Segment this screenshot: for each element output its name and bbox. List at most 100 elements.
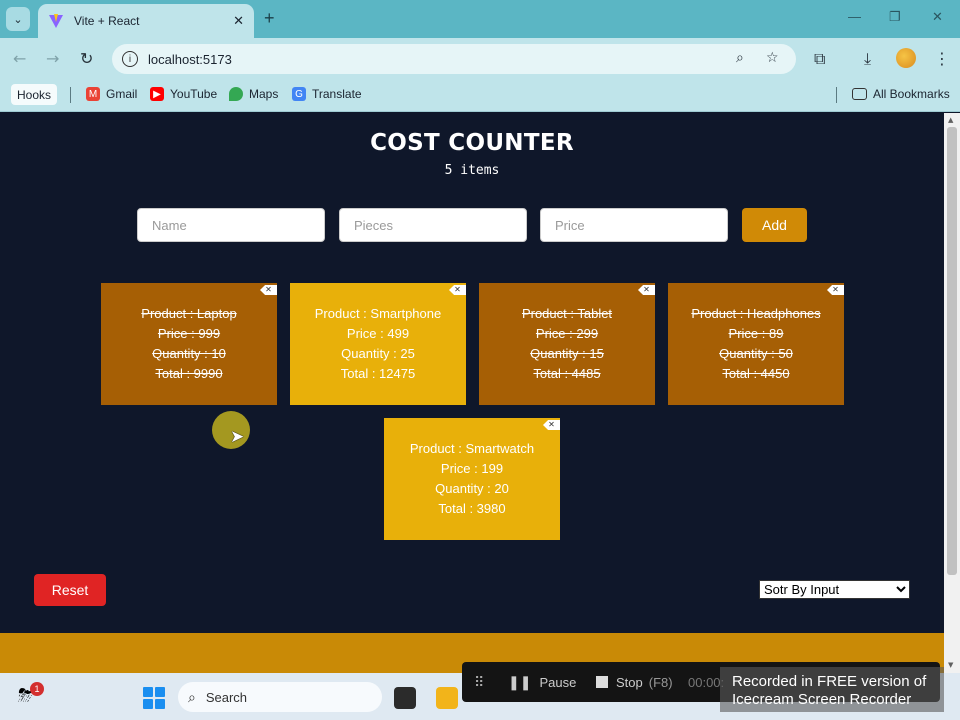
card-quantity: Quantity : 10	[152, 346, 226, 361]
tab-close-icon[interactable]: ✕	[233, 14, 244, 29]
delete-icon[interactable]: ✕	[260, 285, 277, 295]
more-menu-icon[interactable]: ⋮	[934, 49, 950, 68]
card-price: Price : 199	[440, 461, 504, 476]
tab-title: Vite + React	[74, 14, 140, 28]
drag-handle-icon[interactable]: ⠿	[474, 674, 484, 691]
item-card[interactable]: ✕ Product : Headphones Price : 89 Quanti…	[668, 283, 844, 405]
address-bar[interactable]: i localhost:5173 ⌕ ☆	[112, 44, 796, 74]
start-button[interactable]	[143, 687, 165, 709]
forward-icon[interactable]: →	[46, 49, 59, 68]
bookmark-youtube[interactable]: ▶ YouTube	[150, 87, 217, 101]
minimize-icon[interactable]: —	[848, 9, 861, 24]
profile-avatar[interactable]	[896, 48, 916, 68]
all-bookmarks-label: All Bookmarks	[873, 87, 950, 101]
extensions-icon[interactable]: ⧉	[814, 49, 825, 69]
card-quantity: Quantity : 15	[530, 346, 604, 361]
bookmark-separator	[836, 87, 837, 103]
scroll-thumb[interactable]	[947, 127, 957, 575]
item-card[interactable]: ✕ Product : Smartwatch Price : 199 Quant…	[384, 418, 560, 540]
bookmarks-bar: Hooks M Gmail ▶ YouTube Maps G Translate…	[0, 80, 960, 112]
card-total: Total : 3980	[438, 501, 506, 516]
tab-search-menu-button[interactable]: ⌄	[6, 7, 30, 31]
start-tile	[155, 699, 165, 709]
translate-icon: G	[292, 87, 306, 101]
name-input[interactable]	[137, 208, 325, 242]
start-tile	[143, 687, 153, 697]
page-scrollbar[interactable]: ▲ ▼	[944, 113, 960, 673]
delete-icon[interactable]: ✕	[543, 420, 560, 430]
bookmark-maps[interactable]: Maps	[229, 87, 278, 101]
bookmark-gmail[interactable]: M Gmail	[86, 87, 137, 101]
item-card[interactable]: ✕ Product : Smartphone Price : 499 Quant…	[290, 283, 466, 405]
card-quantity: Quantity : 20	[435, 481, 509, 496]
price-input[interactable]	[540, 208, 728, 242]
start-tile	[155, 687, 165, 697]
item-card[interactable]: ✕ Product : Tablet Price : 299 Quantity …	[479, 283, 655, 405]
recorder-watermark: Recorded in FREE version of Icecream Scr…	[720, 667, 944, 712]
folder-icon	[852, 88, 867, 100]
pause-icon: ❚❚	[508, 673, 532, 690]
card-product: Product : Smartphone	[314, 306, 442, 321]
pause-button[interactable]: ❚❚ Pause	[508, 674, 576, 691]
bookmark-label: YouTube	[170, 87, 218, 101]
bookmark-star-icon[interactable]: ☆	[766, 50, 779, 66]
pause-label: Pause	[539, 674, 577, 690]
card-product: Product : Tablet	[521, 306, 613, 321]
delete-icon[interactable]: ✕	[827, 285, 844, 295]
stop-shortcut: (F8)	[648, 674, 673, 690]
browser-tab-active[interactable]: Vite + React ✕	[38, 4, 254, 38]
youtube-icon: ▶	[150, 87, 164, 101]
pieces-input[interactable]	[339, 208, 527, 242]
search-label: Search	[205, 689, 248, 705]
start-tile	[143, 699, 153, 709]
notification-badge: 1	[30, 682, 44, 696]
site-info-icon[interactable]: i	[122, 51, 138, 67]
maps-icon	[229, 87, 243, 101]
taskbar-search[interactable]: ⌕ Search	[178, 682, 382, 712]
gmail-icon: M	[86, 87, 100, 101]
card-total: Total : 12475	[340, 366, 416, 381]
stop-button[interactable]: Stop (F8)	[596, 675, 673, 690]
card-price: Price : 299	[535, 326, 599, 341]
delete-icon[interactable]: ✕	[638, 285, 655, 295]
scroll-down-icon[interactable]: ▼	[948, 661, 953, 669]
bookmark-label: Maps	[249, 87, 279, 101]
bookmark-translate[interactable]: G Translate	[292, 87, 362, 101]
stop-icon	[596, 676, 608, 688]
url-text[interactable]: localhost:5173	[148, 52, 232, 67]
bookmark-hooks[interactable]: Hooks	[11, 84, 58, 105]
bookmark-label: Gmail	[106, 87, 138, 101]
reset-button[interactable]: Reset	[34, 574, 106, 606]
back-icon[interactable]: ←	[13, 49, 26, 68]
card-total: Total : 4450	[722, 366, 790, 381]
page-title: COST COUNTER	[370, 130, 574, 156]
item-card[interactable]: ✕ Product : Laptop Price : 999 Quantity …	[101, 283, 277, 405]
new-tab-icon[interactable]: +	[264, 8, 275, 29]
recording-time: 00:00:	[688, 674, 725, 690]
all-bookmarks[interactable]: All Bookmarks	[852, 87, 950, 101]
card-price: Price : 89	[728, 326, 784, 341]
zoom-icon[interactable]: ⌕	[736, 50, 744, 66]
window-close-icon[interactable]: ✕	[932, 9, 943, 25]
reload-icon[interactable]: ↻	[80, 49, 93, 68]
download-icon[interactable]: ⤓	[864, 49, 871, 69]
add-button[interactable]: Add	[742, 208, 807, 242]
card-product: Product : Laptop	[141, 306, 237, 321]
bookmark-separator	[70, 87, 71, 103]
watermark-line: Recorded in FREE version of	[732, 673, 927, 690]
card-price: Price : 499	[346, 326, 410, 341]
vite-logo-icon	[49, 14, 63, 28]
app-page: COST COUNTER 5 items Add ✕ Product : Lap…	[0, 113, 944, 633]
file-explorer-icon[interactable]	[436, 687, 458, 709]
sort-select[interactable]: Sotr By Input	[759, 580, 910, 599]
browser-toolbar: ← → ↻ i localhost:5173 ⌕ ☆ ⧉ ⤓ ⋮	[0, 38, 960, 80]
task-view-icon[interactable]	[394, 687, 416, 709]
restore-icon[interactable]: ❐	[889, 9, 901, 25]
card-total: Total : 9990	[155, 366, 223, 381]
delete-icon[interactable]: ✕	[449, 285, 466, 295]
card-quantity: Quantity : 25	[341, 346, 415, 361]
browser-tab-bar: ⌄ Vite + React ✕ + — ❐ ✕	[0, 0, 960, 38]
scroll-up-icon[interactable]: ▲	[948, 116, 953, 124]
card-quantity: Quantity : 50	[719, 346, 793, 361]
mouse-cursor-icon: ➤	[230, 427, 245, 447]
